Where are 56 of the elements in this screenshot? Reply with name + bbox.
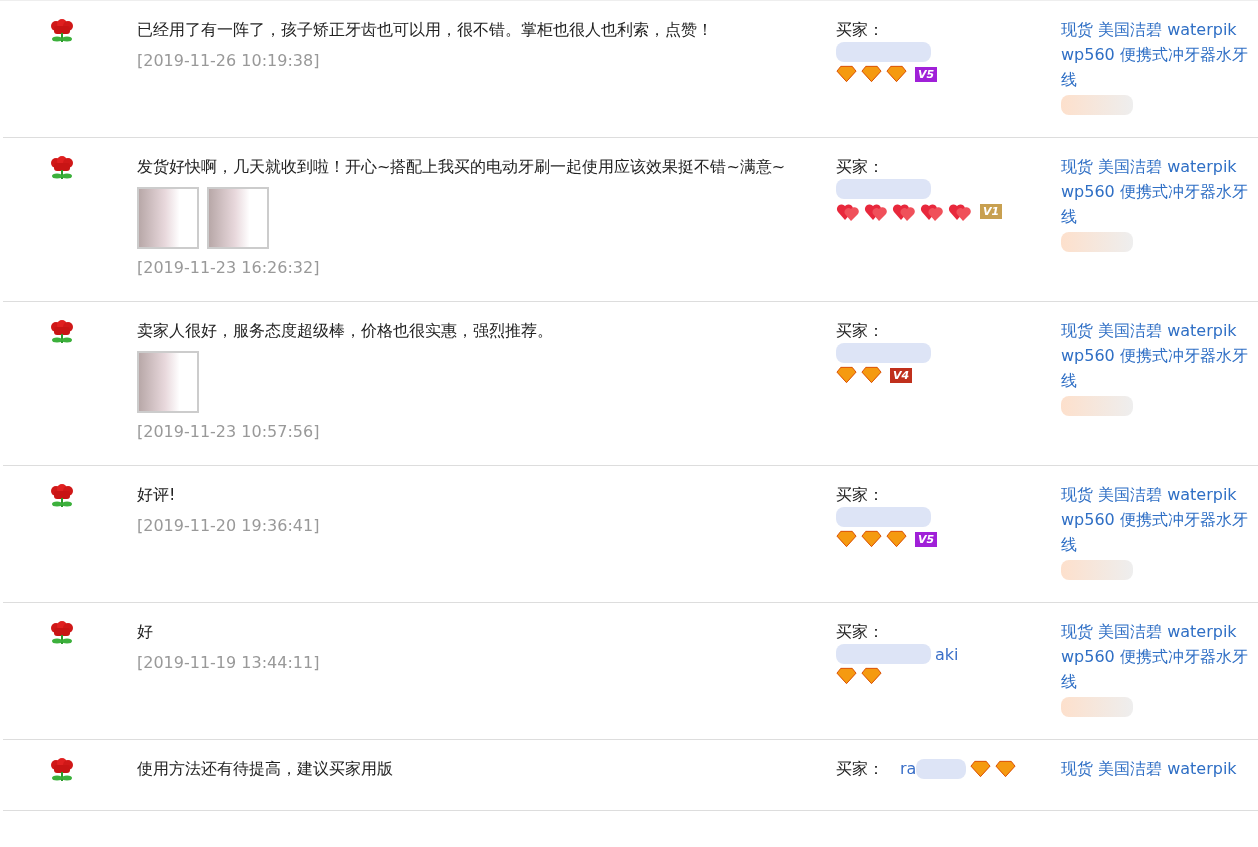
blurred-price (1061, 396, 1133, 416)
flower-icon (49, 156, 75, 182)
diamond-icon (861, 529, 882, 549)
product-link[interactable]: 现货 美国洁碧 waterpik wp560 便携式冲牙器水牙线 (1061, 619, 1258, 694)
flower-icon (49, 621, 75, 647)
review-date: [2019-11-23 16:26:32] (137, 257, 321, 279)
buyer-label: 买家： (836, 156, 884, 178)
review-date: [2019-11-23 10:57:56] (137, 421, 321, 443)
blurred-price (1061, 697, 1133, 717)
diamond-icon (995, 758, 1017, 779)
review-text: 使用方法还有待提高，建议买家用版 (137, 758, 394, 780)
buyer-label: 买家： (836, 484, 884, 506)
diamond-icon (836, 64, 857, 84)
review-date: [2019-11-20 19:36:41] (137, 515, 321, 537)
vip-badge: V4 (890, 367, 913, 383)
review-date: [2019-11-26 10:19:38] (137, 50, 321, 72)
diamond-icon (861, 666, 882, 686)
blurred-name (916, 758, 967, 779)
blurred-price (1061, 232, 1133, 252)
diamond-icon (836, 666, 857, 686)
blurred-price (1061, 560, 1133, 580)
vip-badge: V1 (980, 203, 1003, 219)
diamond-icon (861, 64, 882, 84)
photo-thumbnail[interactable] (137, 351, 199, 413)
product-link[interactable]: 现货 美国洁碧 waterpik wp560 便携式冲牙器水牙线 (1061, 154, 1258, 229)
photo-thumbnail[interactable] (137, 187, 199, 249)
buyer-name[interactable]: ra (900, 756, 917, 781)
buyer-label: 买家： (836, 320, 884, 342)
review-text: 好评! (137, 484, 177, 506)
diamond-icon (836, 529, 857, 549)
buyer-label: 买家： (836, 19, 884, 41)
flower-icon (49, 484, 75, 510)
review-text: 好 (137, 621, 154, 643)
review-date: [2019-11-19 13:44:11] (137, 652, 321, 674)
product-link[interactable]: 现货 美国洁碧 waterpik wp560 便携式冲牙器水牙线 (1061, 318, 1258, 393)
review-text: 卖家人很好，服务态度超级棒，价格也很实惠，强烈推荐。 (137, 320, 554, 342)
photo-thumbnail[interactable] (207, 187, 269, 249)
vip-badge: V5 (915, 531, 938, 547)
diamond-icon (886, 529, 907, 549)
vip-badge: V5 (915, 66, 938, 82)
blurred-price (1061, 95, 1133, 115)
flower-icon (49, 758, 75, 784)
review-text: 已经用了有一阵了，孩子矫正牙齿也可以用，很不错。掌柜也很人也利索，点赞！ (137, 19, 714, 41)
diamond-icon (886, 64, 907, 84)
diamond-icon (836, 365, 857, 385)
diamond-icon (861, 365, 882, 385)
diamond-icon (970, 758, 992, 779)
buyer-name[interactable]: aki (935, 644, 959, 664)
flower-icon (49, 19, 75, 45)
review-text: 发货好快啊，几天就收到啦！开心~搭配上我买的电动牙刷一起使用应该效果挺不错~满意~ (137, 156, 787, 178)
product-link[interactable]: 现货 美国洁碧 waterpik wp560 便携式冲牙器水牙线 (1061, 17, 1258, 92)
flower-icon (49, 320, 75, 346)
buyer-label: 买家： (836, 621, 884, 643)
product-link[interactable]: 现货 美国洁碧 waterpik (1061, 756, 1258, 781)
buyer-label: 买家： (836, 758, 884, 780)
product-link[interactable]: 现货 美国洁碧 waterpik wp560 便携式冲牙器水牙线 (1061, 482, 1258, 557)
